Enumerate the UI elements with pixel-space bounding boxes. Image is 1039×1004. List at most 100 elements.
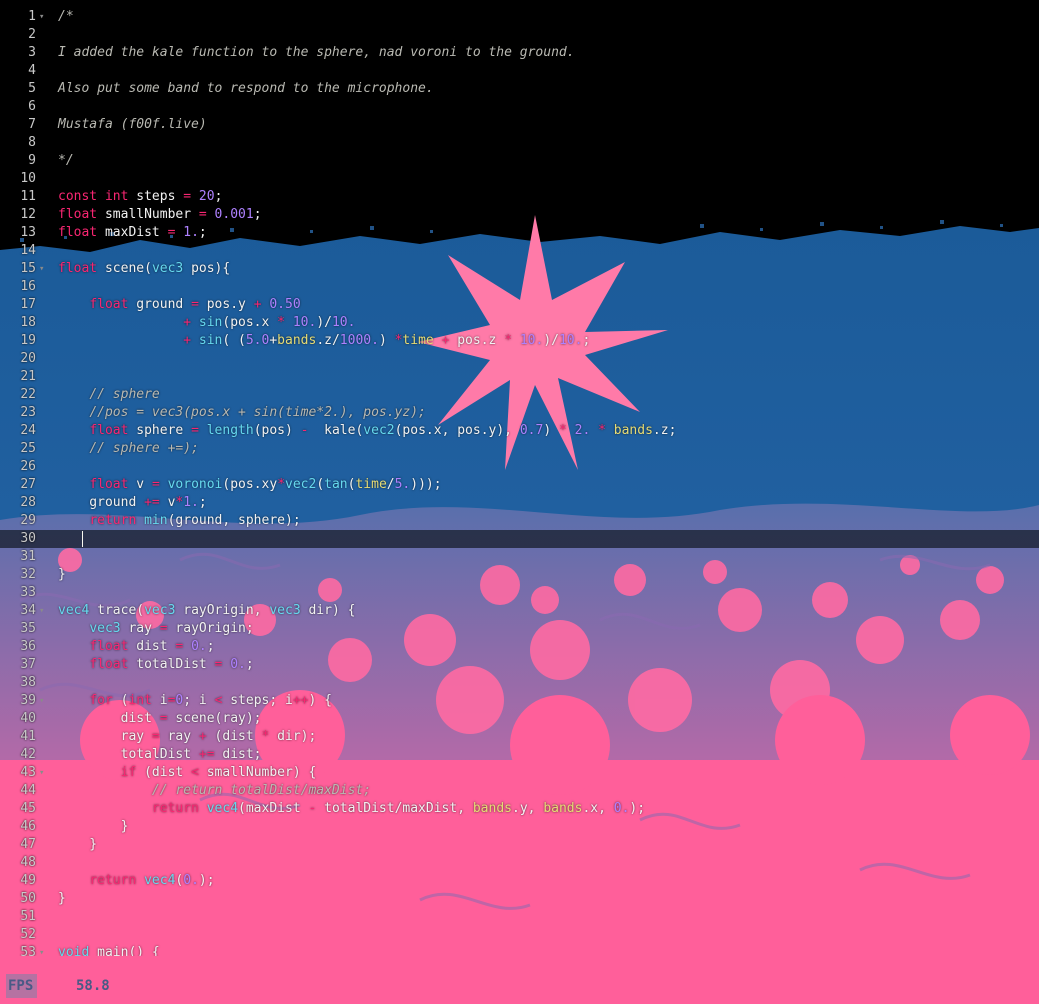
fold-arrow-icon[interactable]: ▾ [39,944,44,956]
code-line[interactable]: 13 float maxDist = 1.; [0,224,1039,242]
code-line[interactable]: 14 [0,242,1039,260]
code-token: ( [316,477,325,492]
code-line[interactable]: 53 ▾ void main() { [0,944,1039,956]
code-line[interactable]: 22 // sphere [0,386,1039,404]
code-line[interactable]: 11 const int steps = 20; [0,188,1039,206]
code-line[interactable]: 29 return min(ground, sphere); [0,512,1039,530]
code-line[interactable]: 20 [0,350,1039,368]
line-number: 6 [28,99,36,114]
code-line[interactable]: 32} [0,566,1039,584]
line-number: 12 [20,207,36,222]
code-line[interactable]: 47 } [0,836,1039,854]
code-token: (pos) [253,423,301,438]
code-text: + sin( (5.0+bands.z/1000.) *time + pos.z… [58,332,590,350]
code-line[interactable]: 51 [0,908,1039,926]
code-line[interactable]: 37 float totalDist = 0.; [0,656,1039,674]
code-line[interactable]: 8 [0,134,1039,152]
code-line[interactable]: 6 [0,98,1039,116]
code-line[interactable]: 34 ▾ vec4 trace(vec3 rayOrigin, vec3 dir) … [0,602,1039,620]
code-line[interactable]: 36 float dist = 0.; [0,638,1039,656]
code-line[interactable]: 17 float ground = pos.y + 0.50 [0,296,1039,314]
line-number: 20 [20,351,36,366]
code-token: = [198,207,207,222]
code-token: pos.y [198,297,254,312]
code-line[interactable]: 35 vec3 ray = rayOrigin; [0,620,1039,638]
code-token: pos.z [449,333,505,348]
code-line[interactable]: 48 [0,854,1039,872]
code-line[interactable]: 42 totalDist += dist; [0,746,1039,764]
code-editor[interactable]: 1 ▾/* 2 3 I added the kale function to the s… [0,8,1039,956]
code-token: ); [198,873,215,888]
code-token: (pos.x [222,315,278,330]
code-line[interactable]: 28 ground += v*1.; [0,494,1039,512]
code-line[interactable]: 12 float smallNumber = 0.001; [0,206,1039,224]
code-token: 0.50 [269,297,301,312]
code-line[interactable]: 2 [0,26,1039,44]
code-line[interactable]: 7 Mustafa (f00f.live) [0,116,1039,134]
line-number: 24 [20,423,36,438]
code-token: ) [378,333,395,348]
code-line[interactable]: 49 return vec4(0.); [0,872,1039,890]
code-line[interactable]: 38 [0,674,1039,692]
code-line[interactable]: 43 ▾ if (dist < smallNumber) { [0,764,1039,782]
fold-arrow-icon[interactable]: ▾ [39,764,44,782]
line-number: 33 [20,585,36,600]
code-token: float [89,423,129,438]
code-line[interactable]: 10 [0,170,1039,188]
code-token: float [58,225,98,240]
code-line[interactable]: 16 [0,278,1039,296]
code-line[interactable]: 52 [0,926,1039,944]
line-number: 39 [20,693,36,708]
code-line[interactable]: 24 float sphere = length(pos) - kale(vec… [0,422,1039,440]
code-line[interactable]: 33 [0,584,1039,602]
code-line[interactable]: 3 I added the kale function to the sphere… [0,44,1039,62]
code-token: + [198,729,207,744]
code-line[interactable]: 23 //pos = vec3(pos.x + sin(time*2.), po… [0,404,1039,422]
line-number: 30 [20,531,36,546]
code-line[interactable]: 1 ▾ /* [0,8,1039,26]
code-token: (pos.xy [222,477,278,492]
line-number: 25 [20,441,36,456]
code-token: * [277,477,286,492]
line-number: 34 [20,603,36,618]
line-number: 16 [20,279,36,294]
code-text: ray = ray + (dist * dir); [58,728,317,746]
line-number: 37 [20,657,36,672]
code-line[interactable]: 31 [0,548,1039,566]
code-line[interactable]: 27 float v = voronoi(pos.xy*vec2(tan(tim… [0,476,1039,494]
code-token: (pos.x, pos.y), [394,423,520,438]
code-line[interactable]: 46 } [0,818,1039,836]
code-line[interactable]: 25 // sphere +=); [0,440,1039,458]
code-token: pos){ [183,261,231,276]
code-line[interactable]: 4 [0,62,1039,80]
code-line[interactable]: 44 // return totalDist/maxDist; [0,782,1039,800]
fold-arrow-icon[interactable]: ▾ [39,260,44,278]
code-token: 20 [198,189,215,204]
code-line[interactable]: 9 */ [0,152,1039,170]
code-line[interactable]: 30 [0,530,1039,548]
code-text: } [58,836,97,854]
line-number: 5 [28,81,36,96]
line-number: 22 [20,387,36,402]
code-line[interactable]: 18 + sin(pos.x * 10.)/10. [0,314,1039,332]
fold-arrow-icon[interactable]: ▾ [39,692,44,710]
code-line[interactable]: 41 ray = ray + (dist * dir); [0,728,1039,746]
code-line[interactable]: 39 ▾ for (int i=0; i < steps; i++) { [0,692,1039,710]
code-line[interactable]: 40 dist = scene(ray); [0,710,1039,728]
code-line[interactable]: 19 + sin( (5.0+bands.z/1000.) *time + po… [0,332,1039,350]
fold-arrow-icon[interactable]: ▾ [39,602,44,620]
code-line[interactable]: 15 ▾ float scene(vec3 pos){ [0,260,1039,278]
code-text: } [58,566,66,584]
code-line[interactable]: 26 [0,458,1039,476]
code-token: float [89,477,129,492]
code-line[interactable]: 21 [0,368,1039,386]
code-line[interactable]: 50} [0,890,1039,908]
fold-arrow-icon[interactable]: ▾ [39,8,44,26]
code-line[interactable]: 5 Also put some band to respond to the mi… [0,80,1039,98]
code-line[interactable]: 45 return vec4(maxDist - totalDist/maxDi… [0,800,1039,818]
